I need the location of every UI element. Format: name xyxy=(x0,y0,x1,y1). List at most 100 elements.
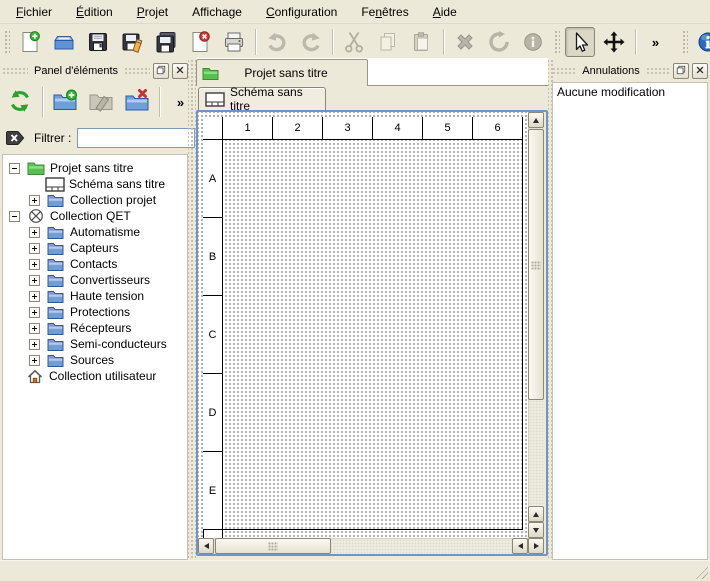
edit-category-icon xyxy=(88,88,114,117)
edit-category-button xyxy=(85,86,117,118)
close-panel-button[interactable] xyxy=(692,63,708,79)
open-icon xyxy=(52,30,76,54)
toolbar-separator xyxy=(255,29,256,55)
close-panel-button[interactable] xyxy=(172,63,188,79)
clear-filter-button[interactable] xyxy=(6,130,26,146)
main-toolbar: »» xyxy=(0,24,710,60)
tree-item-label: Haute tension xyxy=(70,289,144,303)
open-button[interactable] xyxy=(49,27,79,57)
menu-item[interactable]: Fenêtres xyxy=(349,1,420,23)
about-info-button[interactable] xyxy=(693,27,710,57)
expand-icon[interactable] xyxy=(29,259,40,270)
reload-collections-button[interactable] xyxy=(4,86,36,118)
tree-item[interactable]: Protections xyxy=(3,304,187,320)
collapse-icon[interactable] xyxy=(9,211,20,222)
dock-texture xyxy=(552,67,576,75)
folder-icon xyxy=(45,242,66,255)
save-all-button[interactable] xyxy=(151,27,181,57)
size-grip[interactable] xyxy=(694,565,708,579)
close-icon xyxy=(695,64,705,78)
tree-item[interactable]: Schéma sans titre xyxy=(3,176,187,192)
overflow-chevron-button[interactable]: » xyxy=(640,27,670,57)
expand-icon[interactable] xyxy=(29,195,40,206)
expand-icon[interactable] xyxy=(29,307,40,318)
vertical-scrollbar-thumb[interactable] xyxy=(528,129,544,400)
tree-item-label: Automatisme xyxy=(70,225,140,239)
clear-filter-icon xyxy=(6,130,26,146)
menu-item[interactable]: Édition xyxy=(64,1,125,23)
menu-bar: FichierÉditionProjetAffichageConfigurati… xyxy=(0,0,710,24)
tab-project-label: Projet sans titre xyxy=(223,66,349,80)
new-document-button[interactable] xyxy=(15,27,45,57)
expand-icon[interactable] xyxy=(29,227,40,238)
save-icon xyxy=(86,30,110,54)
new-category-button[interactable] xyxy=(49,86,81,118)
scroll-up-button[interactable] xyxy=(528,112,544,128)
vertical-scrollbar[interactable] xyxy=(528,112,544,538)
menu-item[interactable]: Fichier xyxy=(4,1,64,23)
toolbar-grip[interactable] xyxy=(3,29,10,55)
filter-input[interactable] xyxy=(77,128,195,148)
row-header: E xyxy=(203,452,223,530)
menu-item[interactable]: Configuration xyxy=(254,1,349,23)
expand-icon[interactable] xyxy=(29,291,40,302)
tree-item[interactable]: Convertisseurs xyxy=(3,272,187,288)
pointer-button[interactable] xyxy=(565,27,595,57)
float-panel-button[interactable] xyxy=(673,63,689,79)
expand-icon[interactable] xyxy=(29,339,40,350)
delete-category-button[interactable] xyxy=(121,86,153,118)
menu-item[interactable]: Affichage xyxy=(180,1,254,23)
tree-item[interactable]: Capteurs xyxy=(3,240,187,256)
save-as-button[interactable] xyxy=(117,27,147,57)
tree-item-label: Convertisseurs xyxy=(70,273,150,287)
tree-item[interactable]: Contacts xyxy=(3,256,187,272)
move-button[interactable] xyxy=(599,27,629,57)
tree-item[interactable]: Récepteurs xyxy=(3,320,187,336)
close-file-button[interactable] xyxy=(185,27,215,57)
undo-list-item[interactable]: Aucune modification xyxy=(554,84,706,101)
dock-splitter[interactable] xyxy=(188,60,196,560)
menu-item[interactable]: Aide xyxy=(421,1,469,23)
expand-icon[interactable] xyxy=(29,355,40,366)
tree-item[interactable]: Collection projet xyxy=(3,192,187,208)
save-button[interactable] xyxy=(83,27,113,57)
scroll-right-button[interactable] xyxy=(528,538,544,554)
paste-button xyxy=(407,27,437,57)
scroll-left-button[interactable] xyxy=(512,538,528,554)
tree-item[interactable]: Collection utilisateur xyxy=(3,368,187,384)
collapse-icon[interactable] xyxy=(9,163,20,174)
scroll-down-button[interactable] xyxy=(528,522,544,538)
scroll-left-button[interactable] xyxy=(198,538,214,554)
column-header: 3 xyxy=(323,117,373,140)
toolbar-grip[interactable] xyxy=(681,29,688,55)
scroll-up-button[interactable] xyxy=(528,506,544,522)
tab-schema[interactable]: Schéma sans titre xyxy=(198,87,326,110)
elements-tree: Projet sans titreSchéma sans titreCollec… xyxy=(2,154,188,560)
expand-icon[interactable] xyxy=(29,275,40,286)
project-folder-icon xyxy=(202,67,219,80)
print-button[interactable] xyxy=(219,27,249,57)
expand-icon[interactable] xyxy=(29,243,40,254)
tree-item[interactable]: Sources xyxy=(3,352,187,368)
tree-item[interactable]: Collection QET xyxy=(3,208,187,224)
horizontal-scrollbar-thumb[interactable] xyxy=(215,538,331,554)
tree-item[interactable]: Semi-conducteurs xyxy=(3,336,187,352)
diagram-row-header-partial xyxy=(203,530,223,538)
float-panel-button[interactable] xyxy=(153,63,169,79)
print-icon xyxy=(222,30,246,54)
row-header: A xyxy=(203,140,223,218)
expand-icon[interactable] xyxy=(29,323,40,334)
column-header: 1 xyxy=(223,117,273,140)
folder-icon xyxy=(45,226,66,239)
schema-canvas[interactable]: 123456 ABCDE xyxy=(198,112,528,538)
tab-project[interactable]: Projet sans titre xyxy=(196,59,368,86)
tree-item[interactable]: Automatisme xyxy=(3,224,187,240)
horizontal-scrollbar[interactable] xyxy=(198,538,544,554)
tree-item[interactable]: Projet sans titre xyxy=(3,160,187,176)
toolbar-separator xyxy=(159,87,160,117)
tree-item[interactable]: Haute tension xyxy=(3,288,187,304)
tree-item-label: Capteurs xyxy=(70,241,119,255)
menu-item[interactable]: Projet xyxy=(125,1,180,23)
elements-panel-title: Panel d'éléments xyxy=(31,65,121,77)
toolbar-grip[interactable] xyxy=(553,29,560,55)
